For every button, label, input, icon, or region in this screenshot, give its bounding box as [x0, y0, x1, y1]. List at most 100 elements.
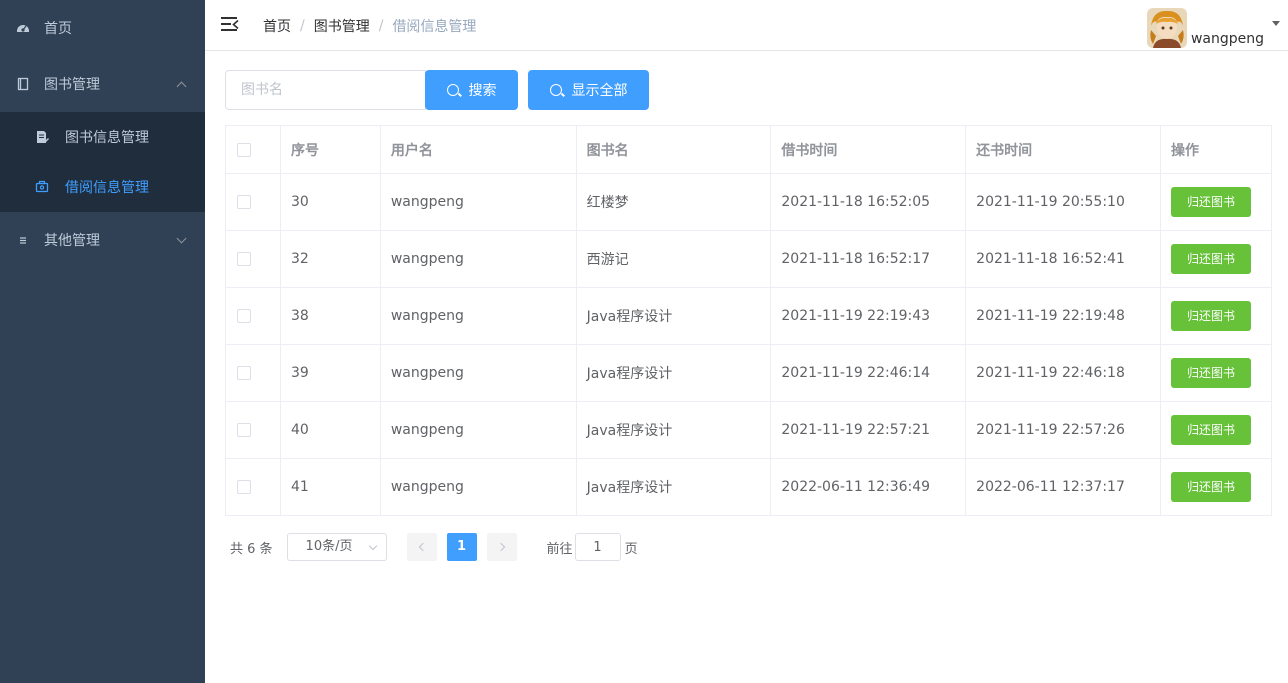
cell-book: 红楼梦	[576, 173, 772, 231]
sidebar-item-label: 图书信息管理	[65, 130, 149, 146]
cell-user: wangpeng	[380, 458, 577, 516]
table-row: 32 wangpeng 西游记 2021-11-18 16:52:17 2021…	[225, 230, 1273, 288]
sidebar-item-label: 借阅信息管理	[65, 180, 149, 196]
cell-action: 归还图书	[1160, 344, 1273, 402]
cell-borrow-time: 2021-11-19 22:19:43	[770, 287, 967, 345]
row-checkbox[interactable]	[237, 480, 251, 494]
sidebar-item-borrow-info[interactable]: 借阅信息管理	[0, 162, 205, 212]
return-book-button[interactable]: 归还图书	[1170, 472, 1251, 502]
sidebar-item-book-management[interactable]: 图书管理	[0, 56, 205, 112]
cell-book: Java程序设计	[576, 401, 772, 459]
cell-return-time: 2021-11-18 16:52:41	[965, 230, 1161, 288]
row-checkbox[interactable]	[237, 366, 251, 380]
table-row: 39 wangpeng Java程序设计 2021-11-19 22:46:14…	[225, 344, 1273, 402]
search-input[interactable]	[225, 70, 426, 110]
breadcrumb-current: 借阅信息管理	[392, 19, 477, 35]
pagination: 共 6 条 10条/页 1 前往 页	[230, 532, 638, 562]
row-checkbox-cell	[225, 344, 281, 402]
cell-book: Java程序设计	[576, 458, 772, 516]
chevron-left-icon	[418, 542, 427, 552]
sidebar-item-label: 图书管理	[44, 77, 100, 93]
list-icon	[20, 237, 26, 244]
breadcrumb-separator: /	[300, 18, 305, 34]
cell-user: wangpeng	[380, 401, 577, 459]
search-icon	[446, 84, 459, 96]
search-button[interactable]: 搜索	[425, 70, 518, 110]
row-checkbox-cell	[225, 458, 281, 516]
show-all-button[interactable]: 显示全部	[528, 70, 649, 110]
cell-return-time: 2021-11-19 22:57:26	[965, 401, 1161, 459]
borrow-table: 序号 用户名 图书名 借书时间 还书时间 操作 30 wangpeng 红楼梦 …	[225, 125, 1273, 516]
row-checkbox-cell	[225, 401, 281, 459]
table-row: 41 wangpeng Java程序设计 2022-06-11 12:36:49…	[225, 458, 1273, 516]
cell-id: 40	[280, 401, 381, 459]
sidebar-item-book-info[interactable]: 图书信息管理	[0, 112, 205, 162]
cell-book: Java程序设计	[576, 344, 772, 402]
borrow-icon	[35, 180, 49, 193]
book-icon	[17, 77, 29, 91]
column-header-id: 序号	[280, 125, 381, 174]
cell-user: wangpeng	[380, 230, 577, 288]
select-all-checkbox[interactable]	[237, 142, 251, 157]
cell-borrow-time: 2021-11-18 16:52:17	[770, 230, 967, 288]
table-header-row: 序号 用户名 图书名 借书时间 还书时间 操作	[225, 125, 1273, 174]
caret-down-icon	[1272, 21, 1280, 26]
column-header-user: 用户名	[380, 125, 577, 174]
page-size-value: 10条/页	[305, 539, 353, 554]
cell-user: wangpeng	[380, 287, 577, 345]
cell-action: 归还图书	[1160, 401, 1273, 459]
cell-id: 39	[280, 344, 381, 402]
row-checkbox[interactable]	[237, 309, 251, 323]
chevron-down-icon	[176, 233, 187, 244]
return-book-button[interactable]: 归还图书	[1170, 187, 1251, 217]
cell-action: 归还图书	[1160, 173, 1273, 231]
cell-borrow-time: 2021-11-19 22:57:21	[770, 401, 967, 459]
hamburger-icon[interactable]	[221, 17, 239, 32]
column-header-book: 图书名	[576, 125, 772, 174]
return-book-button[interactable]: 归还图书	[1170, 244, 1251, 274]
cell-action: 归还图书	[1160, 287, 1273, 345]
cell-user: wangpeng	[380, 173, 577, 231]
return-book-button[interactable]: 归还图书	[1170, 301, 1251, 331]
cell-borrow-time: 2022-06-11 12:36:49	[770, 458, 967, 516]
breadcrumb: 首页 / 图书管理 / 借阅信息管理	[263, 16, 476, 36]
submenu-book-management: 图书信息管理 借阅信息管理	[0, 112, 205, 212]
cell-return-time: 2021-11-19 22:46:18	[965, 344, 1161, 402]
navbar: 首页 / 图书管理 / 借阅信息管理 wangpeng	[205, 0, 1288, 51]
username: wangpeng	[1190, 31, 1264, 47]
prev-page-button[interactable]	[406, 533, 437, 561]
column-header-borrow-time: 借书时间	[770, 125, 967, 174]
sidebar-item-other-management[interactable]: 其他管理	[0, 212, 205, 268]
chevron-up-icon	[176, 81, 187, 92]
cell-id: 32	[280, 230, 381, 288]
chevron-right-icon	[496, 542, 505, 552]
goto-prefix: 前往	[546, 541, 573, 557]
table-row: 30 wangpeng 红楼梦 2021-11-18 16:52:05 2021…	[225, 173, 1273, 231]
return-book-button[interactable]: 归还图书	[1170, 358, 1251, 388]
cell-id: 38	[280, 287, 381, 345]
return-book-button[interactable]: 归还图书	[1170, 415, 1251, 445]
cell-return-time: 2021-11-19 20:55:10	[965, 173, 1161, 231]
row-checkbox-cell	[225, 287, 281, 345]
row-checkbox[interactable]	[237, 423, 251, 437]
user-menu[interactable]: wangpeng	[1146, 4, 1280, 48]
next-page-button[interactable]	[486, 533, 517, 561]
cell-return-time: 2021-11-19 22:19:48	[965, 287, 1161, 345]
breadcrumb-separator: /	[378, 18, 384, 34]
page-size-select[interactable]: 10条/页	[286, 533, 387, 561]
sidebar-item-home[interactable]: 首页	[0, 0, 205, 56]
search-button-label: 搜索	[468, 83, 497, 99]
pagination-total: 共 6 条	[230, 541, 273, 557]
page-number-button[interactable]: 1	[446, 533, 477, 561]
sidebar: 首页 图书管理 图书信息管理 借阅信息管理 其他管理	[0, 0, 205, 683]
avatar	[1146, 8, 1187, 48]
search-icon	[549, 84, 562, 96]
table-row: 38 wangpeng Java程序设计 2021-11-19 22:19:43…	[225, 287, 1273, 345]
row-checkbox[interactable]	[237, 252, 251, 266]
breadcrumb-home[interactable]: 首页	[263, 16, 291, 36]
cell-borrow-time: 2021-11-19 22:46:14	[770, 344, 967, 402]
goto-page-input[interactable]	[574, 533, 621, 561]
cell-return-time: 2022-06-11 12:37:17	[965, 458, 1161, 516]
row-checkbox[interactable]	[237, 195, 251, 209]
breadcrumb-book-management[interactable]: 图书管理	[314, 16, 370, 36]
